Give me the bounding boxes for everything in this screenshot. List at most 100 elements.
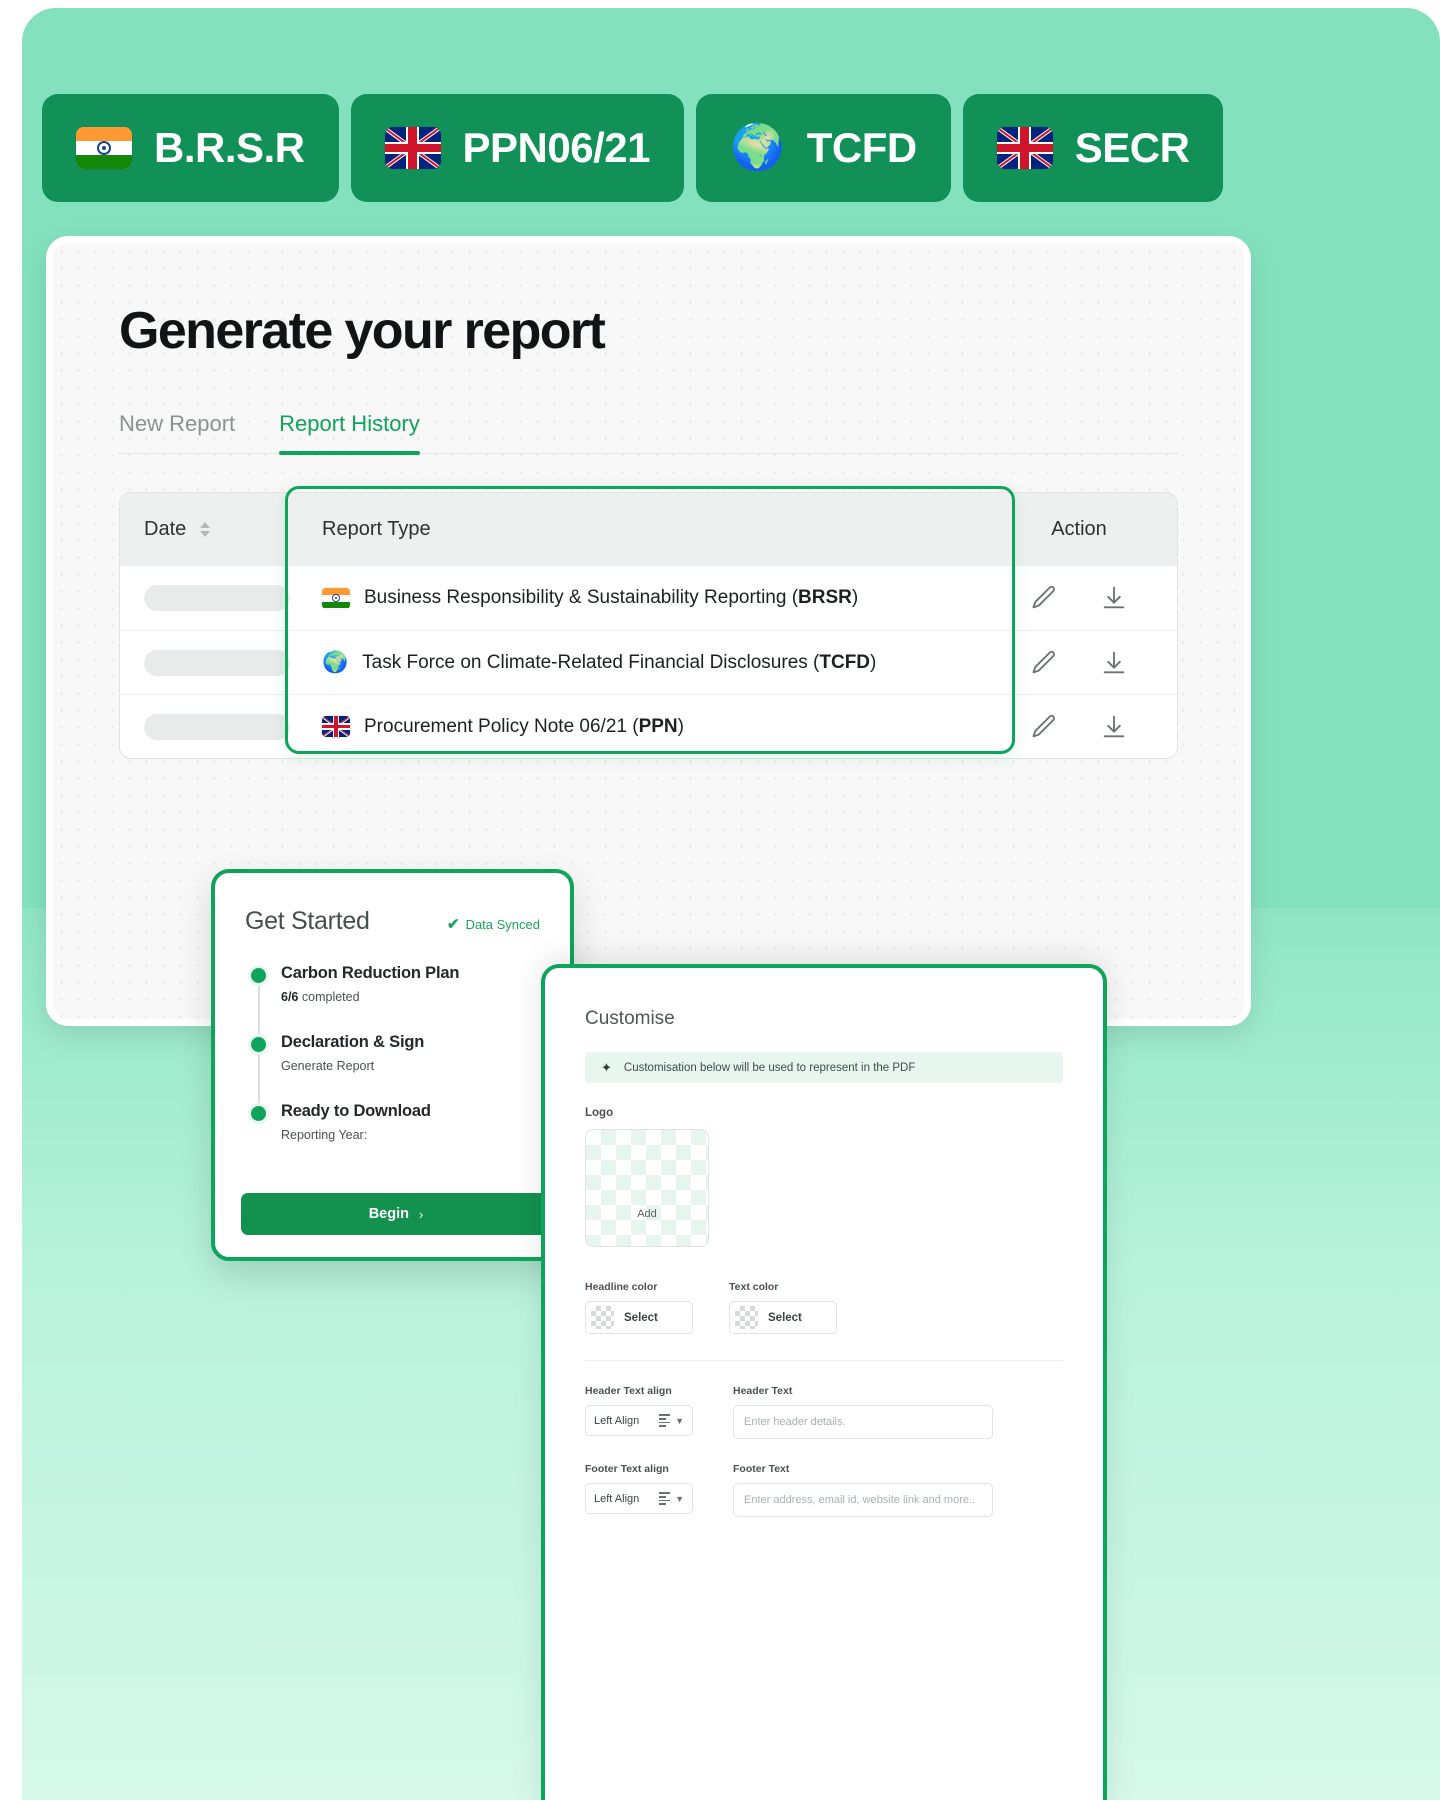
- divider: [585, 1360, 1063, 1361]
- table-body: Business Responsibility & Sustainability…: [119, 566, 1178, 759]
- header-text-input[interactable]: Enter header details.: [733, 1405, 993, 1439]
- column-header-report-type: Report Type: [322, 518, 431, 540]
- color-pickers-row: Headline color Select Text color Select: [585, 1281, 1063, 1334]
- cell-action: [981, 713, 1177, 741]
- column-header-date[interactable]: Date: [120, 518, 300, 541]
- step-dot-icon: [251, 1037, 266, 1052]
- select-adornments: ▼: [659, 1414, 684, 1427]
- globe-icon: 🌍: [322, 651, 349, 674]
- badge-brsr[interactable]: B.R.S.R: [42, 94, 339, 202]
- header-align-select[interactable]: Left Align ▼: [585, 1405, 693, 1436]
- data-synced-label: Data Synced: [465, 916, 540, 932]
- date-placeholder: [144, 713, 290, 740]
- text-color-field: Text color Select: [729, 1281, 837, 1334]
- report-history-table: Date Report Type Action Business Respons…: [119, 486, 1178, 759]
- column-header-action: Action: [1051, 518, 1107, 540]
- text-color-value: Select: [768, 1311, 802, 1324]
- flag-uk-icon: [996, 127, 1053, 169]
- left-align-icon: [659, 1414, 671, 1427]
- headline-color-value: Select: [624, 1311, 658, 1324]
- header-text-label: Header Text: [733, 1385, 793, 1397]
- download-icon[interactable]: [1100, 584, 1128, 612]
- headline-color-field: Headline color Select: [585, 1281, 693, 1334]
- table-header-row: Date Report Type Action: [119, 492, 1178, 566]
- badge-label: PPN06/21: [462, 124, 651, 171]
- logo-upload-box[interactable]: Add: [585, 1129, 709, 1247]
- step-title: Ready to Download: [281, 1102, 431, 1120]
- flag-uk-icon: [384, 127, 441, 169]
- chevron-down-icon: ▼: [675, 1493, 684, 1504]
- mint-background-panel: B.R.S.R PPN06/21 🌍 TCFD SECR Generate yo…: [22, 8, 1440, 1800]
- step-subtitle: Generate Report: [281, 1059, 375, 1073]
- footer-align-value: Left Align: [594, 1492, 640, 1505]
- tab-report-history[interactable]: Report History: [279, 411, 420, 455]
- cell-action: [981, 649, 1177, 677]
- tab-bar: New Report Report History: [119, 411, 1178, 455]
- download-icon[interactable]: [1100, 713, 1128, 741]
- badge-ppn0621[interactable]: PPN06/21: [350, 94, 684, 202]
- table-row[interactable]: 🌍 Task Force on Climate-Related Financia…: [120, 630, 1177, 694]
- date-placeholder: [144, 649, 290, 676]
- badge-secr[interactable]: SECR: [962, 94, 1224, 202]
- report-type-text: Task Force on Climate-Related Financial …: [362, 651, 877, 673]
- header-text-row: Header Text align Left Align ▼ Header Te…: [585, 1385, 1063, 1439]
- footer-text-label: Footer Text: [733, 1463, 790, 1475]
- chevron-right-icon: ›: [418, 1206, 424, 1222]
- headline-color-picker[interactable]: Select: [585, 1301, 693, 1334]
- step-declaration-and-sign[interactable]: Declaration & Sign Generate Report: [245, 1033, 540, 1105]
- logo-label: Logo: [585, 1107, 614, 1119]
- footer-text-field: Footer Text Enter address, email id, web…: [733, 1463, 993, 1517]
- framework-badge-row: B.R.S.R PPN06/21 🌍 TCFD SECR: [42, 94, 1224, 202]
- footer-align-field: Footer Text align Left Align ▼: [585, 1463, 693, 1517]
- sparkle-icon: ✦: [601, 1059, 612, 1075]
- footer-align-select[interactable]: Left Align ▼: [585, 1483, 693, 1514]
- headline-color-label: Headline color: [585, 1281, 658, 1293]
- sort-arrows-icon[interactable]: [200, 522, 211, 537]
- edit-pencil-icon[interactable]: [1030, 584, 1058, 612]
- get-started-title: Get Started: [245, 907, 370, 935]
- footer-text-row: Footer Text align Left Align ▼ Footer Te…: [585, 1463, 1063, 1517]
- download-icon[interactable]: [1100, 649, 1128, 677]
- edit-pencil-icon[interactable]: [1030, 649, 1058, 677]
- report-type-text: Business Responsibility & Sustainability…: [364, 587, 859, 608]
- step-carbon-reduction-plan[interactable]: Carbon Reduction Plan 6/6 completed: [245, 964, 540, 1036]
- step-dot-icon: [251, 968, 266, 983]
- cell-report-type: Business Responsibility & Sustainability…: [300, 587, 981, 609]
- step-connector: [258, 1055, 260, 1105]
- badge-label: B.R.S.R: [154, 124, 305, 171]
- select-adornments: ▼: [659, 1492, 684, 1505]
- check-icon: ✔: [446, 916, 460, 933]
- badge-label: SECR: [1074, 124, 1190, 171]
- text-color-picker[interactable]: Select: [729, 1301, 837, 1334]
- header-align-field: Header Text align Left Align ▼: [585, 1385, 693, 1439]
- screenshot-root: B.R.S.R PPN06/21 🌍 TCFD SECR Generate yo…: [0, 0, 1440, 1800]
- cell-date: [120, 585, 300, 611]
- chevron-down-icon: ▼: [675, 1415, 684, 1426]
- get-started-card: Get Started ✔ Data Synced Carbon Reducti…: [211, 869, 574, 1261]
- tab-new-report[interactable]: New Report: [119, 411, 235, 453]
- data-synced-status: ✔ Data Synced: [447, 915, 540, 933]
- badge-tcfd[interactable]: 🌍 TCFD: [695, 94, 951, 202]
- edit-pencil-icon[interactable]: [1030, 713, 1058, 741]
- customise-panel: Customise ✦ Customisation below will be …: [541, 964, 1107, 1800]
- flag-uk-icon: [322, 716, 350, 737]
- left-align-icon: [659, 1492, 671, 1505]
- customise-info-banner: ✦ Customisation below will be used to re…: [585, 1052, 1063, 1083]
- color-swatch-icon: [735, 1306, 758, 1329]
- step-ready-to-download[interactable]: Ready to Download Reporting Year:: [245, 1102, 540, 1142]
- customise-title: Customise: [585, 1008, 675, 1029]
- flag-india-icon: [76, 127, 132, 169]
- step-connector: [258, 986, 260, 1036]
- logo-add-label: Add: [637, 1208, 657, 1220]
- flag-india-icon: [322, 587, 350, 609]
- footer-text-input[interactable]: Enter address, email id, website link an…: [733, 1483, 993, 1517]
- begin-button[interactable]: Begin ›: [241, 1193, 551, 1235]
- cell-report-type: 🌍 Task Force on Climate-Related Financia…: [300, 652, 981, 674]
- header-align-label: Header Text align: [585, 1385, 672, 1397]
- table-row[interactable]: Business Responsibility & Sustainability…: [120, 566, 1177, 630]
- table-row[interactable]: Procurement Policy Note 06/21 (PPN): [120, 694, 1177, 758]
- cell-date: [120, 713, 300, 740]
- header-text-field: Header Text Enter header details.: [733, 1385, 993, 1439]
- cell-action: [981, 584, 1177, 612]
- get-started-header: Get Started ✔ Data Synced: [245, 907, 540, 936]
